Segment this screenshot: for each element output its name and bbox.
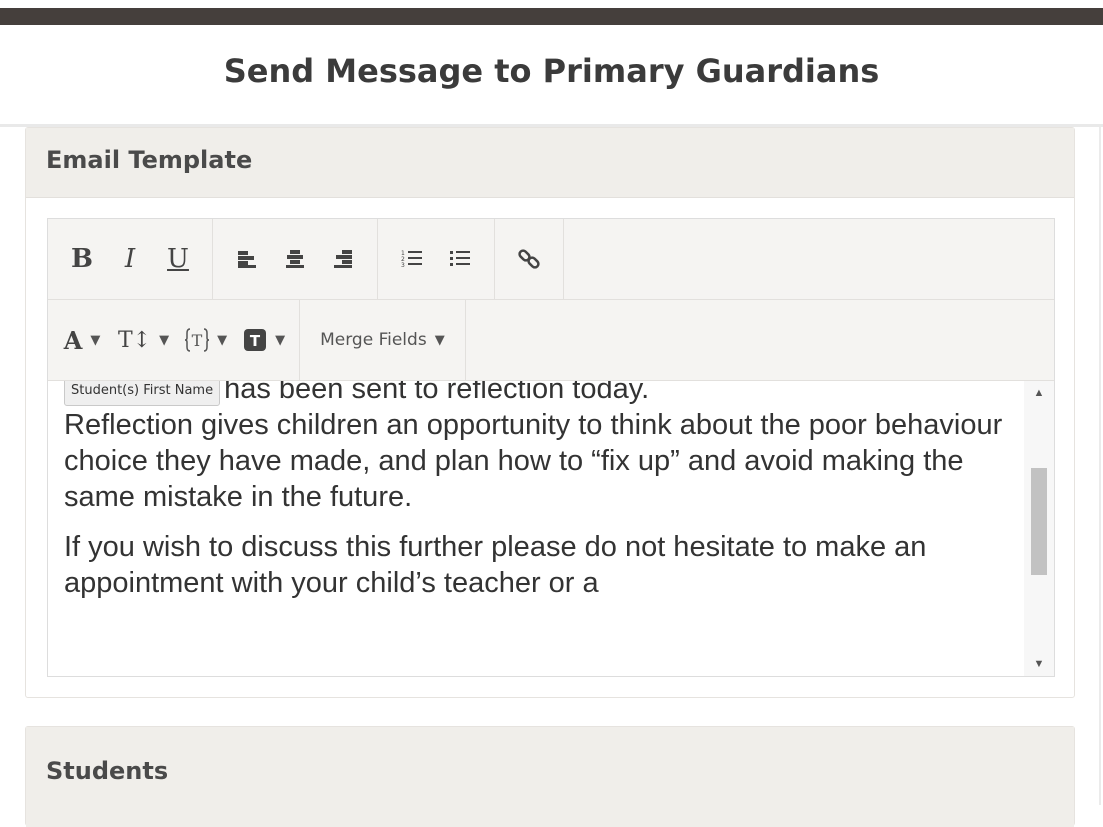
- underline-button[interactable]: U: [154, 239, 202, 279]
- rich-text-editor: B I U 123 A ▼ T↕ ▼ T ▼ T ▼ Merge Fields …: [47, 218, 1055, 677]
- italic-button[interactable]: I: [106, 239, 154, 279]
- editor-scrollbar[interactable]: ▲ ▼: [1024, 381, 1054, 676]
- font-group: A ▼ T↕ ▼ T ▼ T ▼: [48, 300, 301, 380]
- scroll-down-arrow-icon[interactable]: ▼: [1024, 652, 1054, 676]
- chevron-down-icon: ▼: [275, 332, 286, 348]
- bullet-list-icon: [450, 251, 470, 266]
- editor-content[interactable]: Student(s) First Name has been sent to re…: [48, 381, 1054, 676]
- ordered-list-icon: 123: [401, 250, 422, 269]
- students-panel: Students: [25, 726, 1075, 827]
- font-family-icon: T: [185, 328, 210, 352]
- align-left-icon: [238, 251, 256, 268]
- font-family-button[interactable]: T ▼: [181, 320, 231, 360]
- toolbar-row-1: B I U 123: [48, 219, 1054, 300]
- chevron-down-icon: ▼: [90, 332, 101, 348]
- bold-button[interactable]: B: [58, 239, 106, 279]
- bullet-list-button[interactable]: [436, 239, 484, 279]
- paragraph-1-first-line: has been sent to reflection today.: [224, 381, 650, 405]
- merge-fields-label: Merge Fields: [320, 330, 427, 350]
- link-icon: [518, 249, 540, 269]
- chevron-down-icon: ▼: [217, 332, 228, 348]
- scroll-up-arrow-icon[interactable]: ▲: [1024, 381, 1054, 405]
- modal-edge: [1099, 127, 1101, 805]
- svg-text:T: T: [192, 331, 203, 350]
- font-size-label: T↕: [118, 327, 152, 353]
- ordered-list-button[interactable]: 123: [388, 239, 436, 279]
- paragraph-1-rest: Reflection gives children an opportunity…: [64, 409, 1003, 513]
- email-template-heading: Email Template: [26, 128, 1074, 198]
- toolbar-row-2: A ▼ T↕ ▼ T ▼ T ▼ Merge Fields ▼: [48, 300, 1054, 381]
- message-body[interactable]: Student(s) First Name has been sent to re…: [64, 381, 1014, 615]
- text-style-group: B I U: [48, 219, 213, 299]
- paragraph-1: Student(s) First Name has been sent to re…: [64, 381, 1014, 515]
- align-right-icon: [334, 250, 352, 268]
- merge-fields-group: Merge Fields ▼: [300, 300, 466, 380]
- chevron-down-icon: ▼: [434, 332, 445, 348]
- email-template-panel: Email Template B I U 1 2 3 A ▼ T↕ ▼ T ▼ …: [25, 127, 1075, 698]
- align-center-icon: [286, 250, 304, 268]
- font-color-label: A: [63, 325, 83, 355]
- editor-toolbar: B I U 123 A ▼ T↕ ▼ T ▼ T ▼ Merge Fields …: [48, 219, 1054, 381]
- link-group: [495, 219, 564, 299]
- font-size-button[interactable]: T↕ ▼: [114, 320, 173, 360]
- font-color-button[interactable]: A ▼: [58, 320, 106, 360]
- chevron-down-icon: ▼: [159, 332, 170, 348]
- students-heading: Students: [26, 727, 1074, 827]
- svg-text:3: 3: [401, 262, 405, 269]
- paragraph-2: If you wish to discuss this further plea…: [64, 531, 927, 599]
- align-center-button[interactable]: [271, 239, 319, 279]
- merge-field-tag[interactable]: Student(s) First Name: [64, 381, 221, 406]
- insert-link-button[interactable]: [505, 239, 553, 279]
- top-bar: [0, 8, 1103, 25]
- svg-text:T: T: [250, 332, 261, 350]
- list-group: 123: [378, 219, 495, 299]
- modal-title: Send Message to Primary Guardians: [223, 52, 880, 90]
- scrollbar-thumb[interactable]: [1031, 468, 1047, 575]
- align-left-button[interactable]: [223, 239, 271, 279]
- align-right-button[interactable]: [319, 239, 367, 279]
- alignment-group: [213, 219, 378, 299]
- text-background-icon: T: [244, 329, 267, 351]
- text-background-button[interactable]: T ▼: [239, 320, 289, 360]
- merge-fields-dropdown[interactable]: Merge Fields ▼: [310, 320, 455, 360]
